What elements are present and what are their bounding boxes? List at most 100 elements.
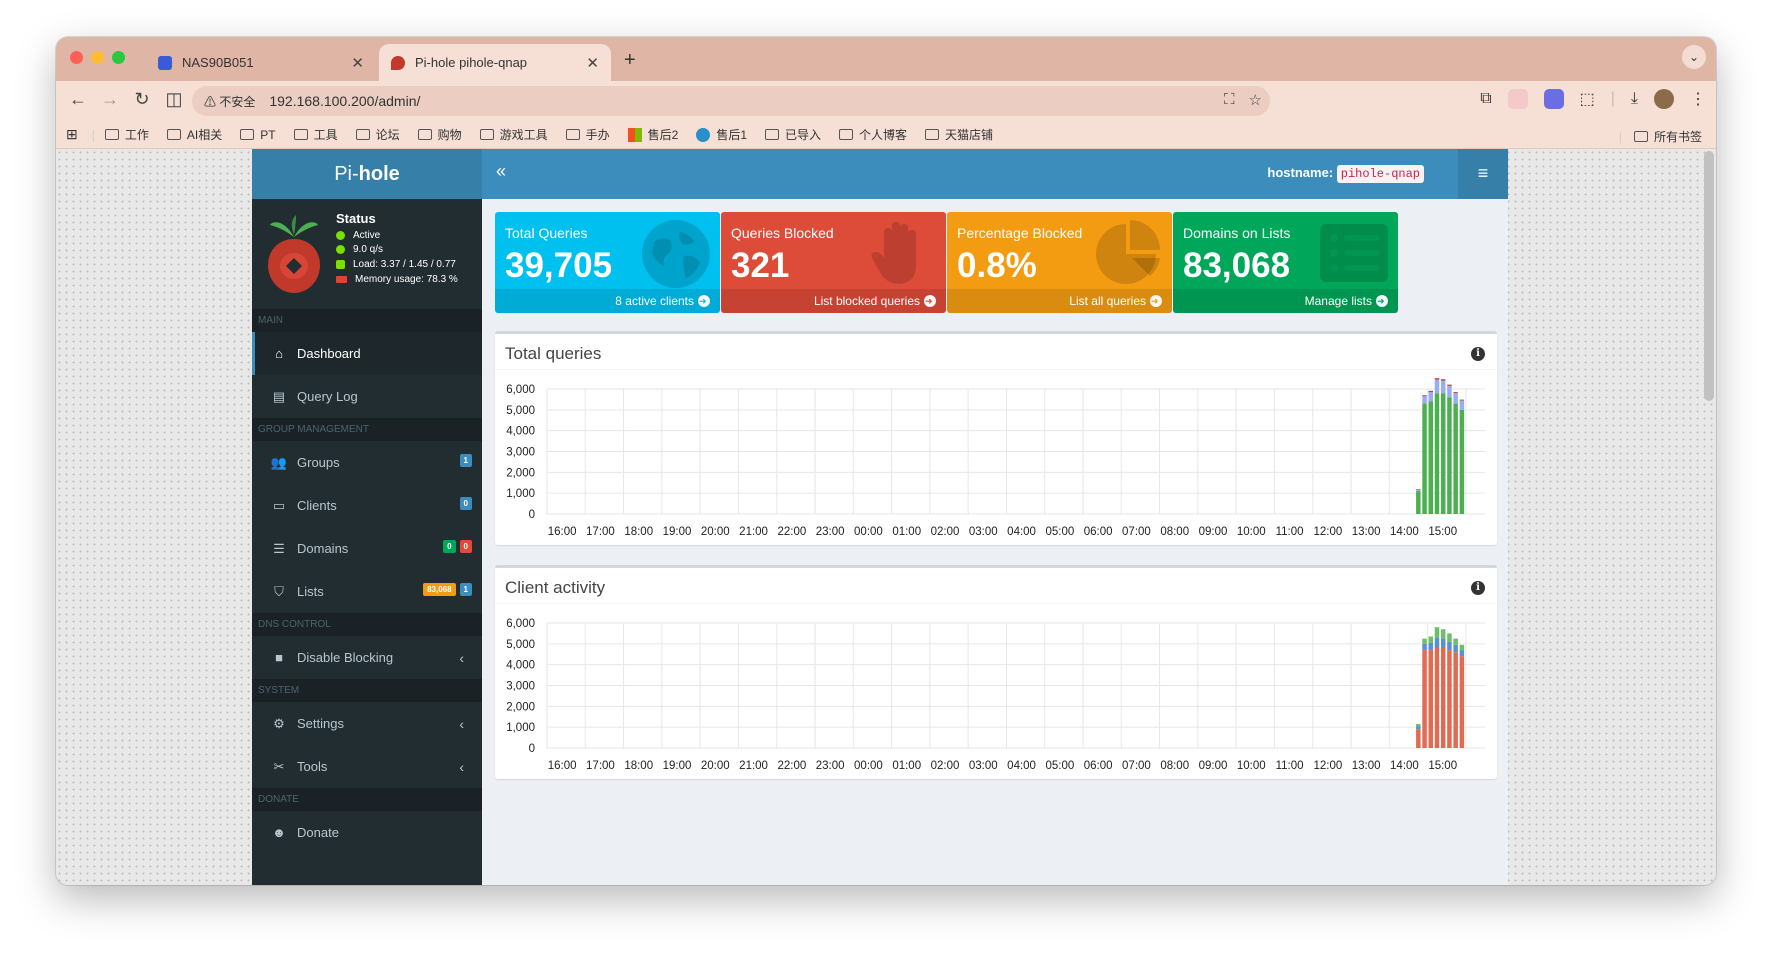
stat-footer-link[interactable]: 8 active clients xyxy=(495,289,720,313)
bookmark-folder[interactable]: 天猫店铺 xyxy=(925,126,993,143)
download-icon[interactable]: ⤓ xyxy=(1631,90,1638,108)
y-tick-label: 3,000 xyxy=(506,447,535,459)
tab-strip: NAS90B051 ✕ Pi-hole pihole-qnap ✕ + ⌄ xyxy=(56,37,1716,81)
nav-dashboard[interactable]: ⌂ Dashboard xyxy=(252,332,482,375)
bar-segment xyxy=(1440,380,1446,394)
status-qps: 9.0 q/s xyxy=(336,244,383,255)
extension-icon[interactable] xyxy=(1543,89,1564,109)
nav-lists[interactable]: ⛉ Lists 83,068 1 xyxy=(252,570,482,613)
new-tab-button[interactable]: + xyxy=(624,49,636,72)
window-controls xyxy=(70,51,125,64)
folder-icon xyxy=(765,129,780,140)
y-tick-label: 2,000 xyxy=(506,467,535,479)
card-title: Total queries xyxy=(505,344,602,363)
translate-icon[interactable]: ⛶ xyxy=(1224,91,1235,109)
nav-donate[interactable]: ☻ Donate xyxy=(252,811,482,854)
status-title: Status xyxy=(336,211,376,226)
screenshot-icon[interactable]: ⧉ xyxy=(1480,90,1491,108)
bookmark-folder[interactable]: 游戏工具 xyxy=(479,126,548,143)
card-title: Client activity xyxy=(505,578,606,597)
chevron-left-icon: ‹ xyxy=(459,758,464,775)
folder-icon xyxy=(479,129,494,140)
bookmark-folder[interactable]: PT xyxy=(240,128,276,142)
globe-icon xyxy=(696,127,711,142)
y-tick-label: 1,000 xyxy=(506,722,535,734)
bar-segment xyxy=(1428,636,1434,643)
nav-domains[interactable]: ☰ Domains 00 xyxy=(252,527,482,570)
avatar[interactable] xyxy=(1654,89,1674,109)
bookmark-folder[interactable]: AI相关 xyxy=(166,126,222,143)
folder-icon xyxy=(240,129,255,140)
stat-footer-link[interactable]: List blocked queries xyxy=(721,289,946,313)
bookmark-link[interactable]: 售后1 xyxy=(696,126,747,143)
bar-segment xyxy=(1447,384,1452,386)
count-badge: 0 xyxy=(459,497,472,510)
minimize-window-button[interactable] xyxy=(91,51,104,64)
status-dot-icon xyxy=(336,231,345,240)
bar-segment xyxy=(1453,393,1458,404)
pihole-logo-text[interactable]: Pi-hole xyxy=(252,149,482,199)
extensions-puzzle-icon[interactable]: ⬚ xyxy=(1580,89,1595,109)
nav-label: Donate xyxy=(297,825,339,840)
nav-groups[interactable]: 👥 Groups 1 xyxy=(252,441,482,484)
page-viewport[interactable]: Pi-hole Status Active 9.0 q/s Load: 3.37… xyxy=(56,149,1716,885)
bookmark-folder[interactable]: 已导入 xyxy=(765,126,821,143)
back-icon[interactable]: ← xyxy=(62,89,94,110)
stat-footer-label: List blocked queries xyxy=(813,294,920,308)
bar-segment xyxy=(1416,489,1421,492)
nav-tools[interactable]: ✂ Tools ‹ xyxy=(252,745,482,788)
bookmark-link[interactable]: 售后2 xyxy=(627,126,678,143)
close-icon[interactable]: ✕ xyxy=(351,54,364,72)
x-tick-label: 21:00 xyxy=(739,760,768,772)
x-tick-label: 14:00 xyxy=(1390,760,1419,772)
stat-footer-link[interactable]: List all queries xyxy=(947,289,1172,313)
zoom-window-button[interactable] xyxy=(112,51,125,64)
split-view-icon[interactable]: ◫ xyxy=(158,89,190,110)
folder-icon xyxy=(565,129,580,140)
bar-segment xyxy=(1422,650,1427,748)
reload-icon[interactable]: ↻ xyxy=(126,89,158,110)
x-tick-label: 23:00 xyxy=(816,526,845,538)
folder-icon xyxy=(104,129,119,140)
status-load: Load: 3.37 / 1.45 / 0.77 xyxy=(336,259,456,270)
info-icon[interactable]: i xyxy=(1471,347,1485,361)
bookmark-folder[interactable]: 论坛 xyxy=(355,126,400,143)
x-tick-label: 09:00 xyxy=(1199,760,1228,772)
y-tick-label: 0 xyxy=(529,509,535,521)
bar-segment xyxy=(1416,491,1421,514)
bookmark-folder[interactable]: 购物 xyxy=(417,126,462,143)
info-icon[interactable]: i xyxy=(1471,581,1485,595)
tab-pihole[interactable]: Pi-hole pihole-qnap ✕ xyxy=(379,44,611,81)
all-bookmarks[interactable]: | 所有书签 xyxy=(1619,128,1702,145)
menu-icon[interactable]: ≡ xyxy=(1458,149,1508,199)
nav-disable-blocking[interactable]: ■ Disable Blocking ‹ xyxy=(252,636,482,679)
apps-grid-icon[interactable]: ⊞ xyxy=(66,126,78,143)
shield-icon: ⛉ xyxy=(274,583,284,599)
tab-search-button[interactable]: ⌄ xyxy=(1682,45,1706,69)
bookmark-folder[interactable]: 手办 xyxy=(565,126,610,143)
nav-settings[interactable]: ⚙ Settings ‹ xyxy=(252,702,482,745)
bookmark-folder[interactable]: 工具 xyxy=(293,126,338,143)
bookmark-star-icon[interactable]: ☆ xyxy=(1249,91,1262,109)
extension-icon[interactable] xyxy=(1507,89,1528,109)
forward-icon[interactable]: → xyxy=(94,89,126,110)
hostname-label: hostname: xyxy=(1267,165,1334,180)
nav-clients[interactable]: ▭ Clients 0 xyxy=(252,484,482,527)
tab-nas[interactable]: NAS90B051 ✕ xyxy=(146,44,376,81)
gears-icon: ⚙ xyxy=(273,715,285,731)
bookmark-folder[interactable]: 个人博客 xyxy=(839,126,907,143)
close-icon[interactable]: ✕ xyxy=(586,54,599,72)
address-bar[interactable]: ⚠ 不安全 192.168.100.200/admin/ ⛶ ☆ xyxy=(192,86,1270,116)
tab-title: Pi-hole pihole-qnap xyxy=(415,55,528,70)
stat-footer-link[interactable]: Manage lists xyxy=(1173,289,1398,313)
total-queries-chart: 0 1,000 2,000 3,000 4,000 5,000 6,000 16:00 17:0… xyxy=(506,378,1485,538)
x-tick-label: 04:00 xyxy=(1007,526,1036,538)
sidebar-toggle-icon[interactable]: « xyxy=(496,161,506,182)
more-menu-icon[interactable]: ⋮ xyxy=(1690,89,1706,109)
nav-query-log[interactable]: ▤ Query Log xyxy=(252,375,482,418)
bar-segment xyxy=(1447,385,1452,398)
not-secure-badge[interactable]: ⚠ 不安全 xyxy=(204,93,255,110)
bookmark-folder[interactable]: 工作 xyxy=(104,126,149,143)
close-window-button[interactable] xyxy=(70,51,83,64)
page-scrollbar[interactable] xyxy=(1704,151,1714,401)
